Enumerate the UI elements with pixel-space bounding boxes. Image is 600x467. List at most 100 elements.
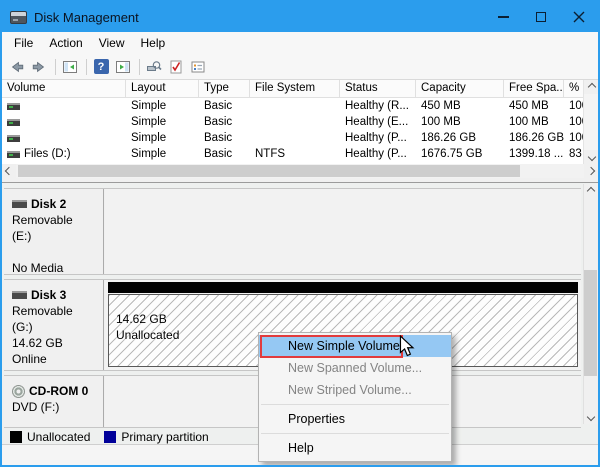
cell-status: Healthy (E... bbox=[340, 116, 416, 128]
disk-2-block: Disk 2 Removable (E:) No Media bbox=[4, 188, 581, 275]
menu-item-new-spanned-volume: New Spanned Volume... bbox=[259, 357, 451, 379]
cell-capacity: 100 MB bbox=[416, 116, 504, 128]
scroll-down-button[interactable] bbox=[584, 150, 599, 164]
column-header-volume[interactable]: Volume bbox=[2, 80, 126, 97]
cell-status: Healthy (P... bbox=[340, 148, 416, 160]
disk-icon bbox=[12, 291, 27, 299]
legend-label-unallocated: Unallocated bbox=[27, 430, 90, 444]
volume-list-vertical-scrollbar[interactable] bbox=[583, 80, 598, 164]
column-header-capacity[interactable]: Capacity bbox=[416, 80, 504, 97]
unallocated-swatch bbox=[10, 431, 22, 443]
cell-capacity: 450 MB bbox=[416, 100, 504, 112]
scroll-left-button[interactable] bbox=[2, 164, 16, 178]
menu-item-help[interactable]: Help bbox=[259, 437, 451, 459]
primary-partition-swatch bbox=[104, 431, 116, 443]
mouse-cursor-icon bbox=[399, 335, 415, 359]
column-header-free-space[interactable]: Free Spa... bbox=[504, 80, 564, 97]
disk-2-region[interactable] bbox=[105, 189, 581, 274]
cell-capacity: 1676.75 GB bbox=[416, 148, 504, 160]
properties-icon[interactable] bbox=[188, 58, 208, 76]
cell-file-system: NTFS bbox=[250, 148, 340, 160]
menu-view[interactable]: View bbox=[91, 33, 133, 53]
disk-3-label-panel[interactable]: Disk 3 Removable (G:) 14.62 GB Online bbox=[4, 280, 104, 370]
help-icon[interactable]: ? bbox=[91, 58, 111, 76]
disk-size: 14.62 GB bbox=[12, 335, 95, 351]
disk-status: Online bbox=[12, 351, 95, 367]
volume-list-horizontal-scrollbar[interactable] bbox=[2, 164, 598, 178]
disk-type: Removable (G:) bbox=[12, 303, 95, 335]
app-disk-icon bbox=[10, 11, 27, 24]
scroll-up-button[interactable] bbox=[584, 184, 598, 198]
window-title: Disk Management bbox=[34, 10, 139, 25]
chevron-up-icon bbox=[587, 187, 595, 195]
disk-management-window: Disk Management File Action View Help ? bbox=[0, 0, 600, 467]
toolbar-separator bbox=[55, 59, 56, 75]
close-button[interactable] bbox=[560, 2, 598, 32]
table-row[interactable]: Simple Basic Healthy (E... 100 MB 100 MB… bbox=[2, 114, 598, 130]
scroll-right-button[interactable] bbox=[584, 164, 598, 178]
volume-icon bbox=[7, 119, 20, 126]
volume-list-header: Volume Layout Type File System Status Ca… bbox=[2, 80, 598, 98]
horizontal-scroll-thumb[interactable] bbox=[18, 165, 520, 177]
menu-item-new-striped-volume: New Striped Volume... bbox=[259, 379, 451, 401]
cell-status: Healthy (P... bbox=[340, 132, 416, 144]
menu-action[interactable]: Action bbox=[41, 33, 90, 53]
show-action-pane-icon[interactable] bbox=[113, 58, 133, 76]
refresh-disks-icon[interactable] bbox=[144, 58, 164, 76]
cell-type: Basic bbox=[199, 100, 250, 112]
cdrom-0-label-panel[interactable]: CD-ROM 0 DVD (F:) bbox=[4, 376, 104, 427]
menu-help[interactable]: Help bbox=[133, 33, 174, 53]
title-bar: Disk Management bbox=[2, 2, 598, 32]
cell-layout: Simple bbox=[126, 116, 199, 128]
menu-item-new-simple-volume[interactable]: New Simple Volume... bbox=[259, 335, 451, 357]
volume-icon bbox=[7, 103, 20, 110]
column-header-layout[interactable]: Layout bbox=[126, 80, 199, 97]
disk-type: Removable (E:) bbox=[12, 212, 95, 244]
table-row[interactable]: Simple Basic Healthy (P... 186.26 GB 186… bbox=[2, 130, 598, 146]
cell-layout: Simple bbox=[126, 132, 199, 144]
minimize-button[interactable] bbox=[484, 2, 522, 32]
scroll-up-button[interactable] bbox=[584, 80, 599, 94]
volume-name: Files (D:) bbox=[24, 148, 71, 160]
menu-separator bbox=[261, 433, 449, 434]
vertical-scroll-thumb[interactable] bbox=[584, 270, 597, 376]
volume-list: Volume Layout Type File System Status Ca… bbox=[2, 80, 598, 178]
close-icon bbox=[573, 11, 585, 23]
disk-icon bbox=[12, 200, 27, 208]
chevron-left-icon bbox=[5, 167, 13, 175]
disk-status: No Media bbox=[12, 260, 95, 276]
toolbar-separator bbox=[86, 59, 87, 75]
disk-pane-vertical-scrollbar[interactable] bbox=[583, 184, 598, 424]
column-header-type[interactable]: Type bbox=[199, 80, 250, 97]
cell-free-space: 450 MB bbox=[504, 100, 564, 112]
back-icon[interactable] bbox=[7, 58, 27, 76]
cell-capacity: 186.26 GB bbox=[416, 132, 504, 144]
menu-file[interactable]: File bbox=[6, 33, 41, 53]
cd-icon bbox=[12, 385, 25, 398]
unallocated-color-band bbox=[108, 282, 578, 293]
table-row[interactable]: Files (D:) Simple Basic NTFS Healthy (P.… bbox=[2, 146, 598, 162]
volume-icon bbox=[7, 135, 20, 142]
toolbar: ? bbox=[2, 54, 598, 80]
menu-bar: File Action View Help bbox=[2, 32, 598, 54]
disk-name: Disk 3 bbox=[31, 287, 66, 303]
cell-layout: Simple bbox=[126, 100, 199, 112]
disk-2-label-panel[interactable]: Disk 2 Removable (E:) No Media bbox=[4, 189, 104, 274]
forward-icon[interactable] bbox=[29, 58, 49, 76]
menu-item-properties[interactable]: Properties bbox=[259, 408, 451, 430]
menu-separator bbox=[261, 404, 449, 405]
column-header-status[interactable]: Status bbox=[340, 80, 416, 97]
cell-type: Basic bbox=[199, 116, 250, 128]
chevron-down-icon bbox=[587, 413, 595, 421]
cell-free-space: 186.26 GB bbox=[504, 132, 564, 144]
scroll-down-button[interactable] bbox=[584, 410, 598, 424]
volume-icon bbox=[7, 151, 20, 158]
mark-partition-active-icon[interactable] bbox=[166, 58, 186, 76]
table-row[interactable]: Simple Basic Healthy (R... 450 MB 450 MB… bbox=[2, 98, 598, 114]
column-header-file-system[interactable]: File System bbox=[250, 80, 340, 97]
maximize-button[interactable] bbox=[522, 2, 560, 32]
chevron-up-icon bbox=[587, 83, 595, 91]
region-size: 14.62 GB bbox=[116, 311, 179, 327]
cell-type: Basic bbox=[199, 148, 250, 160]
show-console-tree-icon[interactable] bbox=[60, 58, 80, 76]
